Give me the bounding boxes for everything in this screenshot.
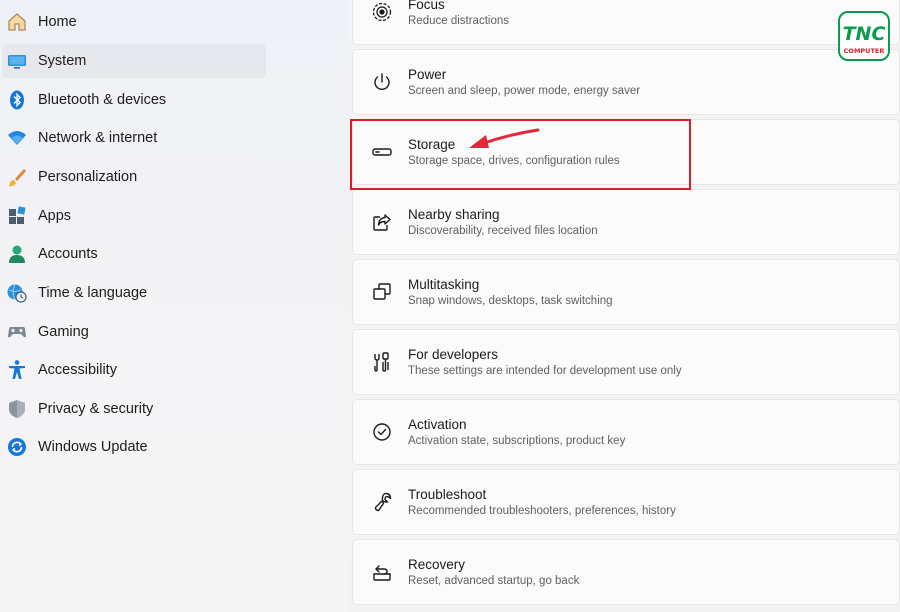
settings-card-storage[interactable]: Storage Storage space, drives, configura… <box>352 119 900 185</box>
card-title: Focus <box>408 0 509 13</box>
card-subtitle: Activation state, subscriptions, product… <box>408 433 625 449</box>
settings-card-focus[interactable]: Focus Reduce distractions <box>352 0 900 45</box>
sidebar-item-label: Apps <box>38 208 71 224</box>
settings-card-nearby-sharing[interactable]: Nearby sharing Discoverability, received… <box>352 189 900 255</box>
card-title: Activation <box>408 416 625 433</box>
sidebar-item-personalization[interactable]: Personalization <box>2 160 266 194</box>
update-icon <box>4 434 30 460</box>
card-title: Multitasking <box>408 276 613 293</box>
share-icon <box>369 209 395 235</box>
home-icon <box>4 9 30 35</box>
sidebar-item-label: Personalization <box>38 169 137 185</box>
sidebar-item-network[interactable]: Network & internet <box>2 121 266 155</box>
developer-tools-icon <box>369 349 395 375</box>
sidebar-item-label: Accounts <box>38 246 98 262</box>
card-subtitle: Screen and sleep, power mode, energy sav… <box>408 83 640 99</box>
sidebar-item-label: System <box>38 53 86 69</box>
settings-card-multitasking[interactable]: Multitasking Snap windows, desktops, tas… <box>352 259 900 325</box>
settings-card-activation[interactable]: Activation Activation state, subscriptio… <box>352 399 900 465</box>
globe-clock-icon <box>4 280 30 306</box>
sidebar-item-label: Network & internet <box>38 130 157 146</box>
shield-icon <box>4 396 30 422</box>
multitasking-icon <box>369 279 395 305</box>
sidebar-item-gaming[interactable]: Gaming <box>2 315 266 349</box>
bluetooth-icon <box>4 87 30 113</box>
person-icon <box>4 241 30 267</box>
card-subtitle: These settings are intended for developm… <box>408 363 682 379</box>
svg-text:TNC: TNC <box>843 23 886 45</box>
card-subtitle: Recommended troubleshooters, preferences… <box>408 503 676 519</box>
card-title: For developers <box>408 346 682 363</box>
card-title: Recovery <box>408 556 579 573</box>
settings-content: Focus Reduce distractions Power Screen a… <box>350 0 900 612</box>
wifi-icon <box>4 125 30 151</box>
storage-icon <box>369 139 395 165</box>
check-circle-icon <box>369 419 395 445</box>
red-arrow-icon <box>466 126 542 152</box>
accessibility-icon <box>4 357 30 383</box>
sidebar-item-label: Privacy & security <box>38 401 153 417</box>
recovery-icon <box>369 559 395 585</box>
tnc-computer-logo: TNC COMPUTER <box>838 11 890 61</box>
sidebar-item-label: Gaming <box>38 324 89 340</box>
card-title: Power <box>408 66 640 83</box>
sidebar-item-windows-update[interactable]: Windows Update <box>2 430 266 464</box>
svg-text:COMPUTER: COMPUTER <box>844 47 885 55</box>
sidebar-item-accounts[interactable]: Accounts <box>2 237 266 271</box>
sidebar-item-label: Bluetooth & devices <box>38 92 166 108</box>
sidebar-item-privacy-security[interactable]: Privacy & security <box>2 392 266 426</box>
wrench-icon <box>369 489 395 515</box>
system-icon <box>4 48 30 74</box>
settings-card-power[interactable]: Power Screen and sleep, power mode, ener… <box>352 49 900 115</box>
card-subtitle: Snap windows, desktops, task switching <box>408 293 613 309</box>
controller-icon <box>4 319 30 345</box>
settings-card-troubleshoot[interactable]: Troubleshoot Recommended troubleshooters… <box>352 469 900 535</box>
sidebar-item-apps[interactable]: Apps <box>2 199 266 233</box>
settings-card-for-developers[interactable]: For developers These settings are intend… <box>352 329 900 395</box>
card-subtitle: Reduce distractions <box>408 13 509 29</box>
power-icon <box>369 69 395 95</box>
sidebar-item-home[interactable]: Home <box>2 5 266 39</box>
sidebar-item-time-language[interactable]: Time & language <box>2 276 266 310</box>
card-subtitle: Reset, advanced startup, go back <box>408 573 579 589</box>
card-subtitle: Discoverability, received files location <box>408 223 598 239</box>
sidebar-item-label: Time & language <box>38 285 147 301</box>
settings-card-recovery[interactable]: Recovery Reset, advanced startup, go bac… <box>352 539 900 605</box>
settings-sidebar: Home System Bluetooth & devices Network … <box>0 0 350 612</box>
brush-icon <box>4 164 30 190</box>
sidebar-item-system[interactable]: System <box>2 44 266 78</box>
sidebar-item-label: Home <box>38 14 77 30</box>
card-subtitle: Storage space, drives, configuration rul… <box>408 153 620 169</box>
sidebar-item-label: Windows Update <box>38 439 148 455</box>
focus-icon <box>369 0 395 25</box>
sidebar-item-label: Accessibility <box>38 362 117 378</box>
card-title: Troubleshoot <box>408 486 676 503</box>
card-title: Nearby sharing <box>408 206 598 223</box>
sidebar-item-bluetooth[interactable]: Bluetooth & devices <box>2 83 266 117</box>
sidebar-item-accessibility[interactable]: Accessibility <box>2 353 266 387</box>
apps-icon <box>4 203 30 229</box>
